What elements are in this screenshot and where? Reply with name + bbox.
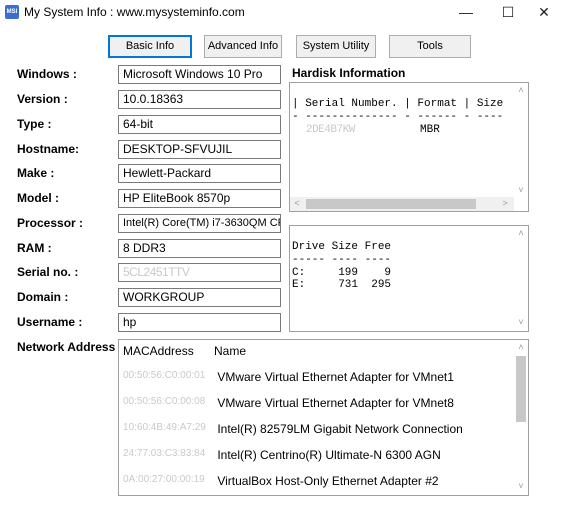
scroll-right-icon[interactable]: > [498, 198, 512, 208]
scroll-up-icon[interactable]: ˄ [514, 228, 528, 238]
list-item[interactable]: 10:60:4B:49:A7:29 Intel(R) 82579LM Gigab… [123, 422, 463, 436]
app-icon: MSI [5, 5, 19, 19]
domain-field[interactable]: WORKGROUP [118, 288, 281, 307]
hscroll-thumb[interactable] [306, 199, 476, 209]
hardisk-panel[interactable]: | Serial Number. | Format | Size - -----… [289, 82, 529, 212]
windows-label: Windows : [17, 67, 77, 81]
list-item[interactable]: 0A:00:27:00:00:19 VirtualBox Host-Only E… [123, 474, 439, 488]
tools-button[interactable]: Tools [389, 35, 471, 58]
scroll-up-icon[interactable]: ˄ [514, 342, 528, 352]
network-list[interactable]: MACAddress Name 00:50:56:C0:00:01 VMware… [118, 339, 529, 496]
version-field[interactable]: 10.0.18363 [118, 90, 281, 109]
scroll-down-icon[interactable]: ˅ [514, 481, 528, 491]
username-label: Username : [17, 315, 83, 329]
serial-label: Serial no. : [17, 265, 79, 279]
hostname-field[interactable]: DESKTOP-SFVUJIL [118, 140, 281, 159]
drive-row: C: 199 9 [292, 267, 392, 279]
drive-row: E: 731 295 [292, 279, 392, 291]
drive-vscroll[interactable]: ˄ ˅ [514, 226, 528, 331]
mac-address: 00:50:56:C0:00:01 [123, 370, 206, 381]
windows-field[interactable]: Microsoft Windows 10 Pro [118, 65, 281, 84]
domain-label: Domain : [17, 290, 69, 304]
scroll-up-icon[interactable]: ˄ [514, 85, 528, 95]
advanced-info-button[interactable]: Advanced Info [204, 35, 282, 58]
hostname-label: Hostname: [17, 142, 80, 156]
list-item[interactable]: 00:50:56:C0:00:01 VMware Virtual Etherne… [123, 370, 454, 384]
window-title: My System Info : www.mysysteminfo.com [24, 5, 245, 19]
model-label: Model : [17, 191, 59, 205]
ram-label: RAM : [17, 241, 52, 255]
list-item[interactable]: 24:77:03:C3:83:84 Intel(R) Centrino(R) U… [123, 448, 441, 462]
network-header: MACAddress Name [123, 344, 246, 358]
model-field[interactable]: HP EliteBook 8570p [118, 189, 281, 208]
hardisk-serial: 2DE4B7KW [306, 124, 355, 136]
scroll-down-icon[interactable]: ˅ [514, 317, 528, 327]
system-utility-button[interactable]: System Utility [296, 35, 376, 58]
mac-column-header: MACAddress [123, 344, 194, 358]
mac-address: 0A:00:27:00:00:19 [123, 474, 205, 485]
processor-label: Processor : [17, 216, 84, 230]
drive-header: Drive Size Free [292, 241, 392, 253]
vscroll-thumb[interactable] [516, 356, 526, 422]
network-vscroll[interactable]: ˄ ˅ [514, 340, 528, 495]
adapter-name: VMware Virtual Ethernet Adapter for VMne… [217, 370, 454, 384]
close-button[interactable]: ✕ [526, 0, 562, 24]
hardisk-separator: - -------------- - ------ - ---- [292, 111, 504, 123]
adapter-name: Intel(R) 82579LM Gigabit Network Connect… [217, 422, 463, 436]
drive-separator: ----- ---- ---- [292, 254, 392, 266]
make-label: Make : [17, 166, 55, 180]
adapter-name: VMware Virtual Ethernet Adapter for VMne… [217, 396, 454, 410]
minimize-button[interactable]: — [448, 0, 484, 24]
username-field[interactable]: hp [118, 313, 281, 332]
mac-address: 00:50:56:C0:00:08 [123, 396, 206, 407]
list-item[interactable]: 00:50:56:C0:00:08 VMware Virtual Etherne… [123, 396, 454, 410]
hardisk-vscroll[interactable]: ˄ ˅ [514, 83, 528, 197]
network-address-label: Network Address : [17, 340, 123, 354]
make-field[interactable]: Hewlett-Packard [118, 164, 281, 183]
adapter-name: VirtualBox Host-Only Ethernet Adapter #2 [217, 474, 439, 488]
scroll-left-icon[interactable]: < [290, 198, 304, 208]
name-column-header: Name [214, 344, 247, 358]
ram-field[interactable]: 8 DDR3 [118, 239, 281, 258]
version-label: Version : [17, 92, 68, 106]
hardisk-hscroll[interactable]: < > [290, 197, 514, 211]
hardisk-header: | Serial Number. | Format | Size [292, 98, 504, 110]
hardisk-format: MBR [420, 124, 440, 136]
type-label: Type : [17, 117, 52, 131]
mac-address: 24:77:03:C3:83:84 [123, 448, 206, 459]
serial-field[interactable]: 5CL2451TTV [118, 263, 281, 282]
title-bar: MSI My System Info : www.mysysteminfo.co… [0, 0, 562, 24]
basic-info-button[interactable]: Basic Info [108, 35, 192, 58]
drive-panel[interactable]: Drive Size Free ----- ---- ---- C: 199 9… [289, 225, 529, 332]
adapter-name: Intel(R) Centrino(R) Ultimate-N 6300 AGN [217, 448, 441, 462]
maximize-button[interactable]: ☐ [490, 0, 526, 24]
scroll-down-icon[interactable]: ˅ [514, 185, 528, 195]
hardisk-title: Hardisk Information [292, 66, 406, 80]
mac-address: 10:60:4B:49:A7:29 [123, 422, 206, 433]
processor-field[interactable]: Intel(R) Core(TM) i7-3630QM CPU [118, 214, 281, 233]
type-field[interactable]: 64-bit [118, 115, 281, 134]
